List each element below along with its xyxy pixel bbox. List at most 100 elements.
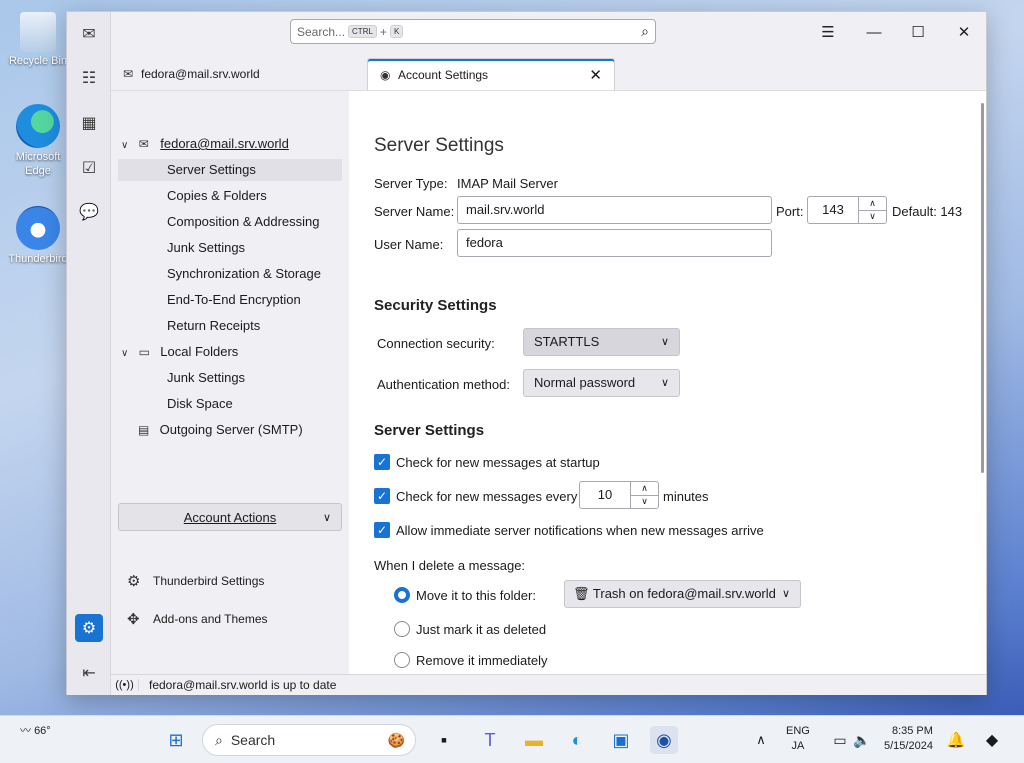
remove-immediately-radio[interactable] [394, 652, 410, 668]
collapse-icon[interactable]: ⇤ [75, 659, 103, 687]
settings-gear-icon[interactable]: ⚙ [75, 614, 103, 642]
trash-icon: 🗑 [573, 586, 590, 601]
taskbar-search[interactable]: ⌕ Search 🍪 [202, 724, 416, 756]
user-name-label: User Name: [374, 237, 444, 252]
chevron-down-icon[interactable]: ∨ [859, 211, 886, 224]
tree-account[interactable]: ∨ ✉ fedora@mail.srv.world [121, 133, 289, 155]
tree-item-server-settings[interactable]: Server Settings [118, 159, 342, 181]
move-to-folder-radio[interactable] [394, 587, 410, 603]
thunderbird-taskbar-icon[interactable]: ◉ [650, 726, 678, 754]
file-explorer-icon[interactable]: ▬ [520, 726, 548, 754]
addons-themes-link[interactable]: ✥ Add-ons and Themes [127, 610, 268, 628]
pane-scrollbar[interactable] [981, 103, 984, 473]
desktop-icon-thunderbird[interactable]: Thunderbird [4, 206, 72, 266]
tree-item-copies-folders[interactable]: Copies & Folders [167, 185, 267, 207]
clock[interactable]: 8:35 PM 5/15/2024 [884, 724, 933, 754]
status-text: fedora@mail.srv.world is up to date [149, 678, 337, 692]
allow-notifications-label: Allow immediate server notifications whe… [396, 523, 764, 538]
tasks-icon[interactable]: ☑ [75, 154, 103, 182]
teams-icon[interactable]: T [476, 726, 504, 754]
envelope-icon: ✉ [138, 137, 149, 151]
address-book-icon[interactable]: ☷ [75, 64, 103, 92]
search-input[interactable]: Search... CTRL + K ⌕ [290, 19, 656, 44]
trash-folder-select[interactable]: 🗑 Trash on fedora@mail.srv.world ∨ [564, 580, 801, 608]
notification-bell-icon[interactable]: 🔔 [942, 726, 970, 754]
server-settings-pane: Server Settings Server Type: IMAP Mail S… [349, 91, 986, 675]
tree-item-e2e[interactable]: End-To-End Encryption [167, 289, 301, 311]
user-name-input[interactable]: fedora [457, 229, 772, 257]
server-type-label: Server Type: [374, 176, 448, 191]
taskbar: 〰 66° ⊞ ⌕ Search 🍪 ▪ T ▬ ◐ ▣ ◉ ∧ ENG JA … [0, 715, 1024, 763]
chevron-down-icon: ∨ [660, 336, 669, 348]
auth-method-label: Authentication method: [377, 377, 510, 392]
chevron-down-icon[interactable]: ∨ [631, 496, 658, 509]
tree-local-folders[interactable]: ∨ ▭ Local Folders [121, 341, 238, 363]
gear-icon: ⚙ [127, 573, 141, 590]
tree-item-composition[interactable]: Composition & Addressing [167, 211, 319, 233]
menu-icon[interactable]: ☰ [818, 22, 838, 42]
mark-deleted-label: Just mark it as deleted [416, 622, 547, 637]
tab-bar: ✉ fedora@mail.srv.world ◉ Account Settin… [111, 57, 986, 91]
chevron-down-icon: ∨ [322, 511, 331, 524]
puzzle-icon: ✥ [127, 611, 140, 628]
tree-outgoing-server[interactable]: ▤ Outgoing Server (SMTP) [138, 419, 303, 441]
port-label: Port: [776, 204, 804, 219]
tree-item-local-junk[interactable]: Junk Settings [167, 367, 245, 389]
tree-item-junk[interactable]: Junk Settings [167, 237, 245, 259]
tree-item-disk-space[interactable]: Disk Space [167, 393, 233, 415]
chevron-down-icon: ∨ [660, 377, 669, 389]
chevron-up-icon[interactable]: ∧ [859, 197, 886, 211]
account-actions-button[interactable]: Account Actions ∨ [118, 503, 342, 531]
weather-widget[interactable]: 〰 66° [20, 724, 51, 739]
chevron-up-icon[interactable]: ∧ [631, 482, 658, 496]
allow-notifications-checkbox[interactable]: ✓ [374, 522, 390, 538]
server-settings-heading: Server Settings [374, 422, 485, 439]
spaces-toolbar: ✉ ☷ ▦ ☑ 💬 ⚙ ⇤ [67, 12, 111, 695]
mail-icon[interactable]: ✉ [75, 20, 103, 48]
check-startup-label: Check for new messages at startup [396, 455, 600, 470]
edge-taskbar-icon[interactable]: ◐ [563, 726, 591, 754]
check-startup-checkbox[interactable]: ✓ [374, 454, 390, 470]
desktop-icon-recycle-bin[interactable]: Recycle Bin [4, 12, 72, 68]
check-every-checkbox[interactable]: ✓ [374, 488, 390, 504]
calendar-icon[interactable]: ▦ [75, 109, 103, 137]
chevron-up-icon[interactable]: ∧ [747, 726, 775, 754]
move-to-folder-label: Move it to this folder: [416, 588, 536, 603]
start-icon[interactable]: ⊞ [162, 726, 190, 754]
tab-close-icon[interactable]: ✕ [589, 66, 602, 84]
maximize-icon[interactable]: ☐ [908, 22, 928, 42]
server-type-value: IMAP Mail Server [457, 176, 558, 191]
edge-icon [16, 104, 60, 148]
desktop-icon-edge[interactable]: Microsoft Edge [4, 104, 72, 178]
server-name-input[interactable]: mail.srv.world [457, 196, 772, 224]
close-icon[interactable]: ✕ [954, 22, 974, 42]
remove-immediately-label: Remove it immediately [416, 653, 548, 668]
copilot-icon[interactable]: ◆ [978, 726, 1006, 754]
recycle-bin-icon [20, 12, 56, 52]
thunderbird-icon [16, 206, 60, 250]
port-stepper[interactable]: 143 ∧ ∨ [807, 196, 887, 224]
account-icon: ◉ [380, 68, 391, 82]
chat-icon[interactable]: 💬 [75, 198, 103, 226]
tab-mail[interactable]: ✉ fedora@mail.srv.world [111, 57, 367, 90]
auth-method-select[interactable]: Normal password ∨ [523, 369, 680, 397]
mark-deleted-radio[interactable] [394, 621, 410, 637]
store-icon[interactable]: ▣ [607, 726, 635, 754]
volume-icon[interactable]: 🔈 [848, 726, 876, 754]
account-tree: ∨ ✉ fedora@mail.srv.world Server Setting… [111, 91, 349, 675]
connection-security-select[interactable]: STARTTLS ∨ [523, 328, 680, 356]
search-icon: ⌕ [215, 731, 223, 748]
check-every-label: Check for new messages every [396, 489, 578, 504]
check-interval-stepper[interactable]: 10 ∧ ∨ [579, 481, 659, 509]
outgoing-server-icon: ▤ [138, 423, 150, 437]
language-indicator[interactable]: ENG JA [786, 724, 810, 754]
tree-item-sync[interactable]: Synchronization & Storage [167, 263, 321, 285]
online-status-icon[interactable]: ((•)) [111, 679, 139, 691]
minimize-icon[interactable]: — [864, 22, 884, 42]
tab-account-settings[interactable]: ◉ Account Settings ✕ [367, 58, 615, 91]
tree-item-receipts[interactable]: Return Receipts [167, 315, 260, 337]
weather-icon: 〰 [20, 725, 31, 737]
security-settings-heading: Security Settings [374, 297, 497, 314]
thunderbird-settings-link[interactable]: ⚙ Thunderbird Settings [127, 572, 264, 590]
task-view-icon[interactable]: ▪ [430, 726, 458, 754]
